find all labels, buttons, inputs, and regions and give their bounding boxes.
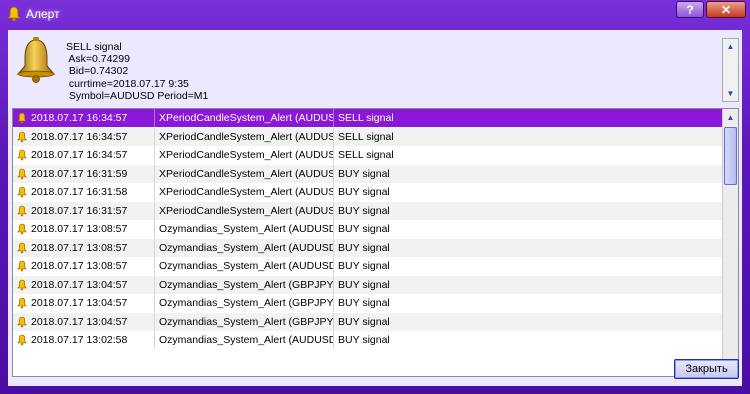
row-time: 2018.07.17 13:08:57 [31,223,128,235]
source-cell: XPeriodCandleSystem_Alert (AUDUSD,... [154,109,333,127]
table-row[interactable]: 2018.07.17 13:04:57 Ozymandias_System_Ale… [13,312,722,331]
source-cell: XPeriodCandleSystem_Alert (AUDUSD,... [154,146,333,164]
time-cell: 2018.07.17 16:31:57 [13,202,153,220]
alert-list[interactable]: 2018.07.17 16:34:57 XPeriodCandleSystem_A… [12,108,739,377]
scrollbar-thumb[interactable] [724,127,737,185]
row-time: 2018.07.17 13:04:57 [31,278,128,291]
time-cell: 2018.07.17 13:04:57 [13,313,153,331]
time-cell: 2018.07.17 13:08:57 [13,220,153,238]
table-row[interactable]: 2018.07.17 16:34:57 XPeriodCandleSystem_A… [13,109,722,127]
source-cell: Ozymandias_System_Alert (AUDUSD,M1) [154,220,333,238]
signal-cell: BUY signal [333,164,722,183]
row-time: 2018.07.17 16:34:57 [31,149,128,161]
table-row[interactable]: 2018.07.17 13:08:57 Ozymandias_System_Ale… [13,238,722,257]
scroll-up-icon[interactable]: ▲ [723,110,738,125]
table-row[interactable]: 2018.07.17 16:31:58 XPeriodCandleSystem_A… [13,183,722,201]
list-scrollbar[interactable]: ▲ ▼ [722,109,738,376]
bell-icon [17,205,27,216]
time-cell: 2018.07.17 16:34:57 [13,128,153,146]
bell-icon [17,186,27,198]
signal-cell: SELL signal [333,146,722,164]
row-time: 2018.07.17 16:34:57 [31,130,128,143]
source-cell: XPeriodCandleSystem_Alert (AUDUSD,... [154,127,333,146]
table-row[interactable]: 2018.07.17 13:04:57 Ozymandias_System_Ale… [13,275,722,294]
bell-icon [17,223,27,235]
table-row[interactable]: 2018.07.17 13:08:57 Ozymandias_System_Ale… [13,257,722,275]
source-cell: XPeriodCandleSystem_Alert (AUDUSD,... [154,201,333,220]
source-cell: Ozymandias_System_Alert (AUDUSD,M1) [154,331,333,349]
table-row[interactable]: 2018.07.17 16:31:57 XPeriodCandleSystem_A… [13,201,722,220]
title-bar[interactable]: Алерт ? ✕ [0,0,750,28]
table-row[interactable]: 2018.07.17 16:31:59 XPeriodCandleSystem_A… [13,164,722,183]
help-button[interactable]: ? [676,1,704,18]
time-cell: 2018.07.17 16:34:57 [13,146,153,164]
source-cell: Ozymandias_System_Alert (AUDUSD,M1) [154,238,333,257]
source-cell: Ozymandias_System_Alert (AUDUSD,M1) [154,257,333,275]
signal-cell: SELL signal [333,127,722,146]
signal-cell: BUY signal [333,331,722,349]
window-title: Алерт [26,7,60,21]
bell-icon [17,260,27,272]
row-time: 2018.07.17 16:31:58 [31,186,128,198]
source-cell: Ozymandias_System_Alert (GBPJPY,M1) [154,275,333,294]
bell-icon [17,334,27,346]
time-cell: 2018.07.17 16:31:59 [13,165,153,183]
message-area: SELL signal Ask=0.74299 Bid=0.74302 curr… [8,30,742,105]
time-cell: 2018.07.17 16:31:58 [13,183,153,201]
source-cell: Ozymandias_System_Alert (GBPJPY,M1) [154,312,333,331]
scroll-up-icon[interactable]: ▲ [723,39,738,54]
time-cell: 2018.07.17 13:04:57 [13,294,153,312]
table-row[interactable]: 2018.07.17 13:04:57 Ozymandias_System_Ale… [13,294,722,312]
row-time: 2018.07.17 13:08:57 [31,260,128,272]
signal-cell: BUY signal [333,294,722,312]
source-cell: Ozymandias_System_Alert (GBPJPY,M1) [154,294,333,312]
signal-cell: SELL signal [333,109,722,127]
dialog-client-area: SELL signal Ask=0.74299 Bid=0.74302 curr… [8,30,742,386]
time-cell: 2018.07.17 13:08:57 [13,239,153,257]
bell-icon [17,112,27,124]
bell-icon [17,149,27,161]
row-time: 2018.07.17 13:08:57 [31,241,128,254]
bell-icon [17,316,27,327]
signal-cell: BUY signal [333,183,722,201]
scroll-down-icon[interactable]: ▼ [723,86,738,101]
bell-icon [16,37,56,83]
signal-cell: BUY signal [333,238,722,257]
row-time: 2018.07.17 13:04:57 [31,315,128,328]
bell-icon [7,6,21,22]
row-time: 2018.07.17 13:04:57 [31,297,128,309]
close-window-button[interactable]: ✕ [706,1,746,18]
message-scrollbar[interactable]: ▲ ▼ [722,38,739,102]
bell-icon [17,242,27,253]
signal-cell: BUY signal [333,312,722,331]
bell-icon [17,131,27,142]
time-cell: 2018.07.17 16:34:57 [13,109,153,127]
table-row[interactable]: 2018.07.17 16:34:57 XPeriodCandleSystem_A… [13,127,722,146]
alert-window: Алерт ? ✕ SELL signal Ask=0.74299 Bid=0.… [0,0,750,394]
bell-icon [17,279,27,290]
bell-icon [17,168,27,179]
close-button[interactable]: Закрыть [674,359,739,379]
row-time: 2018.07.17 16:34:57 [31,112,128,124]
signal-cell: BUY signal [333,220,722,238]
time-cell: 2018.07.17 13:02:58 [13,331,153,349]
time-cell: 2018.07.17 13:08:57 [13,257,153,275]
source-cell: XPeriodCandleSystem_Alert (AUDUSD,... [154,164,333,183]
table-row[interactable]: 2018.07.17 13:08:57 Ozymandias_System_Ale… [13,220,722,238]
row-time: 2018.07.17 16:31:57 [31,204,128,217]
source-cell: XPeriodCandleSystem_Alert (AUDUSD,... [154,183,333,201]
signal-cell: BUY signal [333,257,722,275]
time-cell: 2018.07.17 13:04:57 [13,276,153,294]
row-time: 2018.07.17 16:31:59 [31,167,128,180]
table-row[interactable]: 2018.07.17 16:34:57 XPeriodCandleSystem_A… [13,146,722,164]
row-time: 2018.07.17 13:02:58 [31,334,128,346]
signal-cell: BUY signal [333,275,722,294]
table-row[interactable]: 2018.07.17 13:02:58 Ozymandias_System_Ale… [13,331,722,349]
alert-message-text: SELL signal Ask=0.74299 Bid=0.74302 curr… [66,41,209,102]
bell-icon [17,297,27,309]
signal-cell: BUY signal [333,201,722,220]
